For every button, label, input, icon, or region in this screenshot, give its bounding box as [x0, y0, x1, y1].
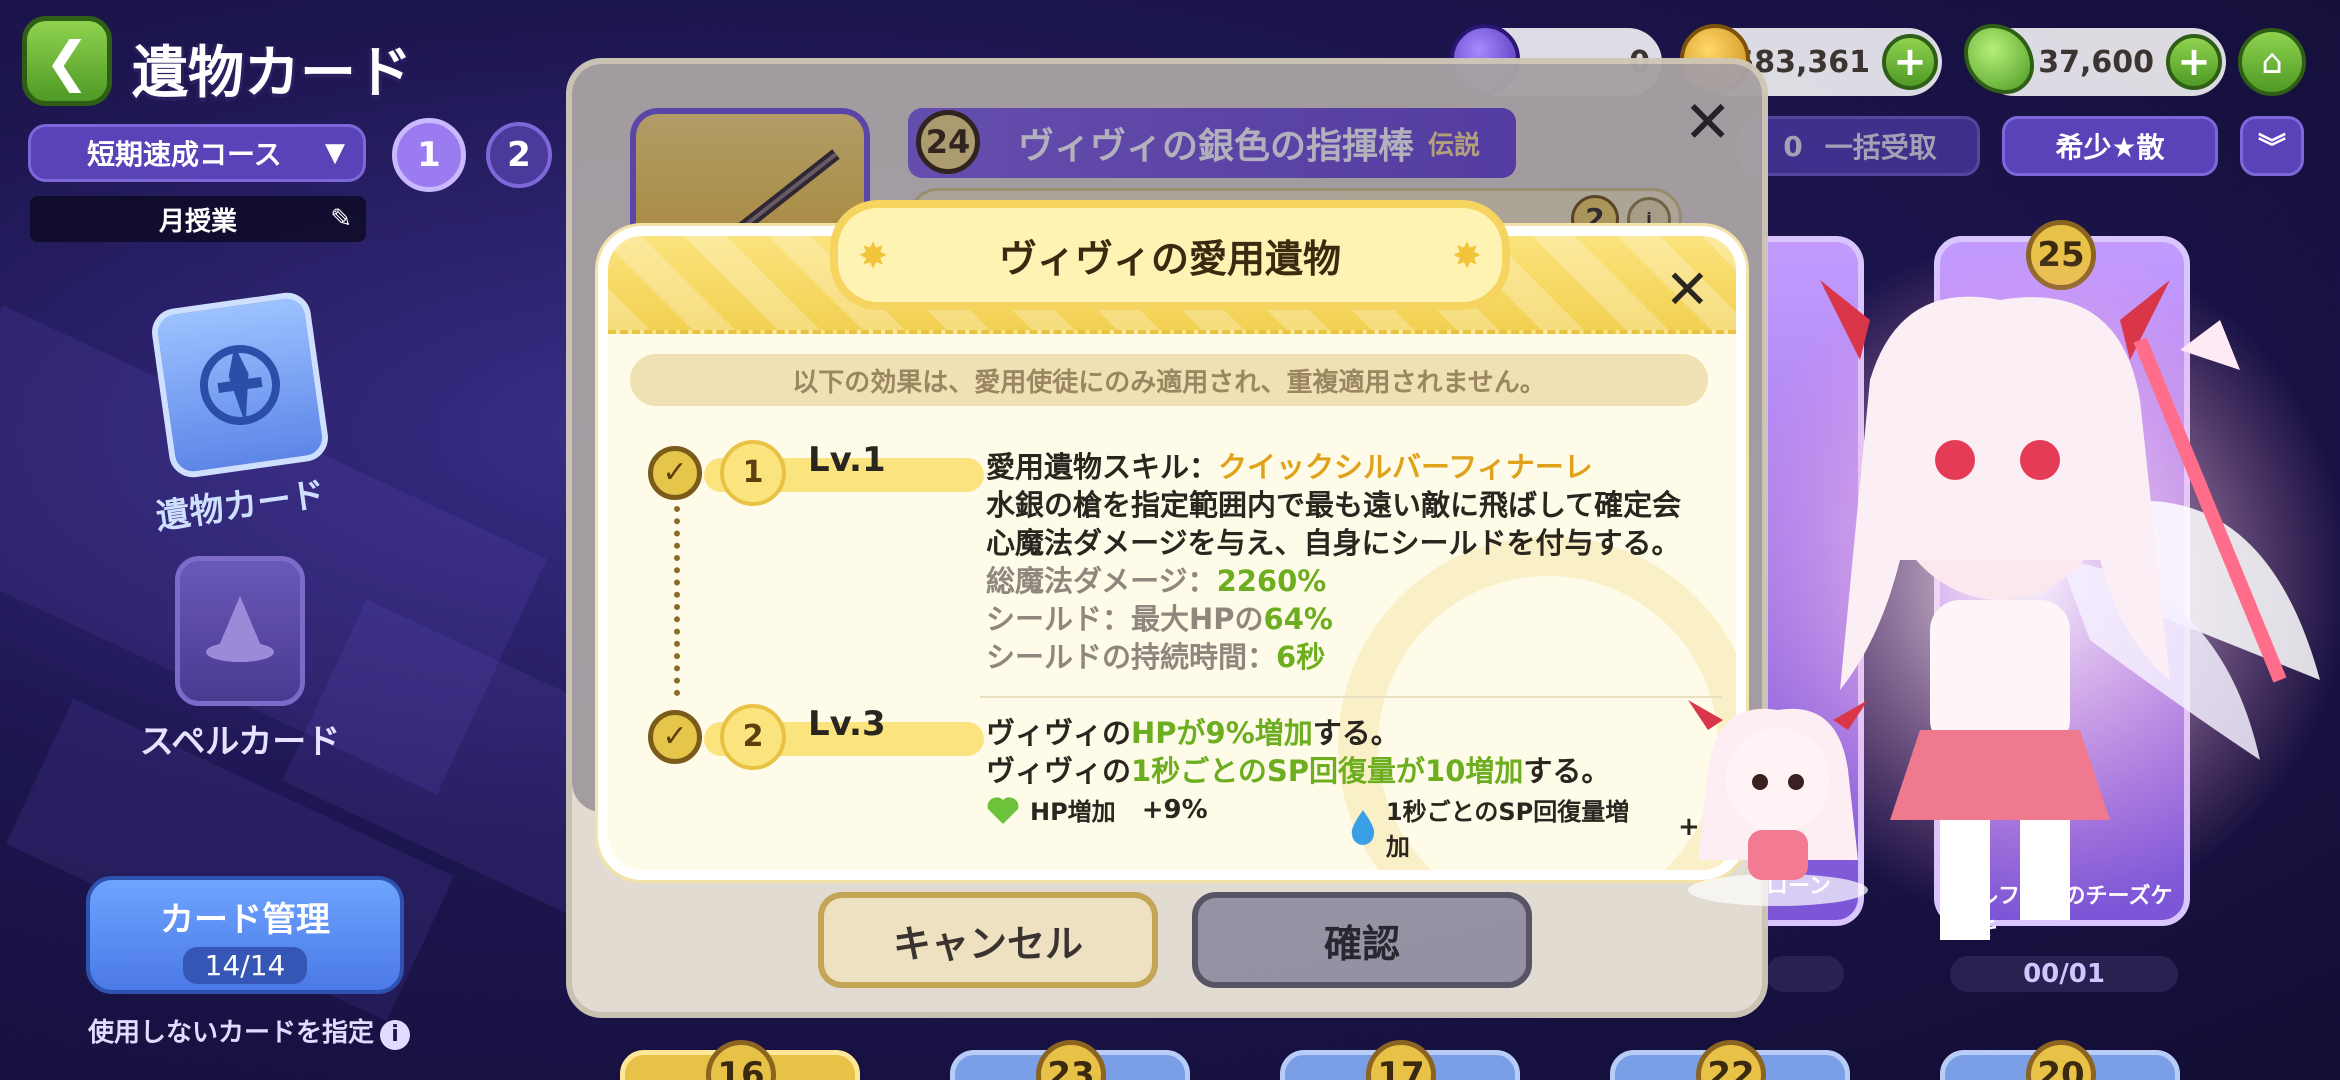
modal-title-text: ヴィヴィの愛用遺物 — [998, 236, 1341, 281]
heart-icon — [987, 796, 1019, 824]
level-connector — [674, 506, 680, 696]
level-3-description: ヴィヴィのHPが9%増加する。 ヴィヴィの1秒ごとのSP回復量が10増加する。 — [986, 714, 1610, 790]
bonus-text: ヴィヴィの — [986, 754, 1132, 788]
stat-value: 6 — [1276, 640, 1297, 674]
level-label: Lv.3 — [808, 704, 886, 744]
tab-page-1-label: 1 — [417, 135, 441, 175]
bulk-count: 0 — [1783, 129, 1803, 163]
stamina-value: 37,600 — [2038, 44, 2154, 80]
close-icon[interactable]: ✕ — [1665, 258, 1710, 321]
bulk-receive-button[interactable]: 0 一括受取 — [1740, 116, 1980, 176]
divider — [980, 696, 1722, 698]
star-icon: ✸ — [858, 236, 889, 277]
stat-label: シールド：最大HPの — [986, 602, 1264, 636]
card-number: 22 — [1707, 1055, 1755, 1080]
card-number: 23 — [1047, 1055, 1095, 1080]
relic-card-icon — [148, 289, 332, 481]
cancel-label: キャンセル — [892, 921, 1083, 966]
back-button[interactable]: ❮ — [22, 16, 112, 106]
home-icon: ⌂ — [2261, 42, 2283, 82]
bonus-value: +9% — [1141, 794, 1208, 825]
sort-button[interactable]: 希少★散 — [2002, 116, 2218, 176]
skill-desc-line: 心魔法ダメージを与え、自身にシールドを付与する。 — [986, 526, 1681, 560]
check-icon: ✓ — [648, 710, 702, 764]
modal-notice: 以下の効果は、愛用使徒にのみ適用され、重複適用されません。 — [630, 354, 1708, 406]
level-1-description: 愛用遺物スキル：クイックシルバーフィナーレ 水銀の槍を指定範囲内で最も遠い敵に飛… — [986, 448, 1681, 676]
card-count-bar-partial — [1766, 956, 1844, 992]
sort-label: 希少★散 — [2055, 131, 2165, 164]
card-number: 16 — [717, 1055, 765, 1080]
page-title: 遺物カード — [132, 41, 412, 106]
expand-button[interactable]: ︾ — [2240, 116, 2304, 176]
tab-page-1[interactable]: 1 — [392, 118, 466, 192]
card-count-bar: 00/01 — [1950, 956, 2178, 992]
confirm-label: 確認 — [1323, 921, 1400, 966]
bulk-receive-label: 一括受取 — [1824, 131, 1937, 164]
card-manage-label: カード管理 — [160, 900, 330, 940]
modal-title: ✸ ヴィヴィの愛用遺物 ✸ — [830, 200, 1510, 310]
tab-page-2[interactable]: 2 — [486, 122, 552, 188]
course-select-value: 短期速成コース — [87, 138, 282, 171]
stat-unit: 秒 — [1296, 640, 1326, 674]
class-name: 月授業 — [158, 206, 237, 237]
water-drop-icon — [1351, 810, 1375, 845]
level-index: 1 — [720, 440, 786, 506]
stat-unit: % — [1297, 564, 1327, 598]
bonus-label: HP増加 — [1030, 798, 1116, 826]
card-manage-count: 14/14 — [182, 947, 308, 984]
cancel-button[interactable]: キャンセル — [818, 892, 1158, 988]
star-icon: ✸ — [1451, 236, 1482, 277]
hp-bonus: HP増加 +9% — [984, 792, 1208, 827]
unused-card-label: 使用しないカードを指定 — [88, 1018, 375, 1048]
stamina-counter: 37,600 + — [1964, 24, 2226, 96]
home-button[interactable]: ⌂ — [2238, 28, 2306, 96]
stat-value: 2260 — [1216, 564, 1298, 598]
class-name-row: 月授業 ✎ — [30, 196, 366, 242]
stat-unit: % — [1303, 602, 1333, 636]
skill-desc-line: 水銀の槍を指定範囲内で最も遠い敵に飛ばして確定会 — [986, 488, 1682, 522]
course-select[interactable]: 短期速成コース ▼ — [28, 124, 366, 182]
chibi-character — [1668, 690, 1888, 910]
spell-card-icon — [175, 556, 305, 706]
card-manage-button[interactable]: カード管理 14/14 — [86, 876, 404, 994]
tab-page-2-label: 2 — [507, 135, 531, 175]
sidebar-item-label: スペルカード — [139, 722, 341, 762]
bonus-highlight: HPが9%増加 — [1131, 716, 1313, 750]
double-chevron-down-icon: ︾ — [2257, 131, 2286, 164]
confirm-button[interactable]: 確認 — [1192, 892, 1532, 988]
stat-value: 64 — [1263, 602, 1304, 636]
unused-card-link[interactable]: 使用しないカードを指定 i — [88, 1012, 411, 1050]
card-count: 00/01 — [2023, 959, 2105, 989]
sidebar-item-relic-card[interactable]: 遺物カード — [120, 289, 360, 538]
bonus-text: する。 — [1312, 716, 1400, 750]
bonus-text: する。 — [1523, 754, 1611, 788]
skill-prefix: 愛用遺物スキル： — [986, 450, 1219, 484]
chevron-down-icon: ▼ — [325, 138, 345, 168]
sidebar-item-spell-card[interactable]: スペルカード — [120, 556, 360, 763]
info-icon[interactable]: i — [380, 1020, 411, 1050]
level-index: 2 — [720, 704, 786, 770]
check-icon: ✓ — [648, 446, 702, 500]
card-number: 20 — [2037, 1055, 2085, 1080]
skill-name: クイックシルバーフィナーレ — [1218, 450, 1593, 484]
stat-label: 総魔法ダメージ： — [986, 564, 1217, 598]
signature-relic-modal: ✕ 以下の効果は、愛用使徒にのみ適用され、重複適用されません。 ✓ 1 Lv.1… — [598, 226, 1746, 880]
bonus-highlight: 1秒ごとのSP回復量が10増加 — [1131, 754, 1524, 788]
bonus-text: ヴィヴィの — [986, 716, 1132, 750]
card-number: 17 — [1377, 1055, 1425, 1080]
pencil-icon[interactable]: ✎ — [330, 204, 352, 234]
stat-label: シールドの持続時間： — [986, 640, 1277, 674]
add-stamina-button[interactable]: + — [2166, 34, 2222, 90]
level-label: Lv.1 — [808, 440, 886, 480]
bonus-label: 1秒ごとのSP回復量増加 — [1385, 798, 1630, 861]
add-gold-button[interactable]: + — [1882, 34, 1938, 90]
